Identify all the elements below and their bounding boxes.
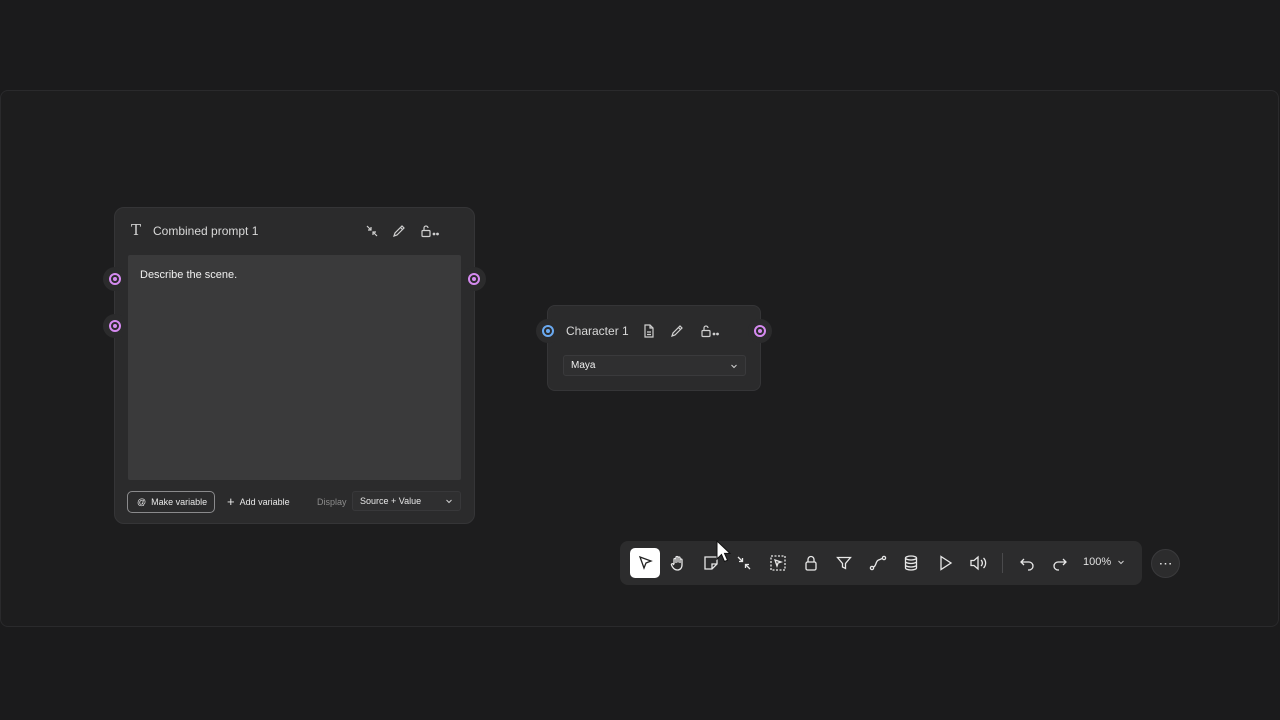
database-tool-button[interactable] <box>896 548 926 578</box>
character-select[interactable]: Maya <box>563 355 746 376</box>
input-port[interactable] <box>103 314 127 338</box>
chevron-down-icon <box>731 364 737 369</box>
document-icon[interactable] <box>641 323 657 339</box>
play-icon <box>940 555 953 571</box>
lock-tool-button[interactable] <box>796 548 826 578</box>
node-title: Combined prompt 1 <box>153 224 259 238</box>
ellipsis-icon: ⋯ <box>1158 555 1173 571</box>
chevron-down-icon <box>1118 560 1124 565</box>
undo-icon <box>1020 558 1034 571</box>
bottom-toolbar: 100% <box>620 541 1142 585</box>
input-port[interactable] <box>103 267 127 291</box>
redo-button[interactable] <box>1045 548 1075 578</box>
combined-prompt-node[interactable]: T Combined prompt 1 Describe the scene. … <box>114 207 475 524</box>
database-icon <box>904 555 918 571</box>
output-port[interactable] <box>748 319 772 343</box>
display-select[interactable]: Source + Value <box>352 491 461 511</box>
display-value: Source + Value <box>360 496 422 506</box>
output-port[interactable] <box>462 267 486 291</box>
collapse-icon[interactable] <box>364 223 380 239</box>
plus-icon: + <box>227 494 235 509</box>
hand-icon <box>670 555 683 571</box>
character-value: Maya <box>571 360 596 371</box>
more-options-button[interactable]: ⋯ <box>1151 549 1180 578</box>
volume-tool-button[interactable] <box>963 548 993 578</box>
node-header: T Combined prompt 1 <box>115 208 474 254</box>
edit-pen-icon[interactable] <box>669 323 685 339</box>
hand-tool-button[interactable] <box>663 548 693 578</box>
filter-tool-button[interactable] <box>829 548 859 578</box>
edit-pen-icon[interactable] <box>391 223 407 239</box>
connector-icon <box>869 555 887 571</box>
toolbar-divider <box>1002 553 1003 573</box>
connector-tool-button[interactable] <box>863 548 893 578</box>
make-variable-button[interactable]: @ Make variable <box>127 491 215 513</box>
select-tool-button[interactable] <box>630 548 660 578</box>
node-title: Character 1 <box>566 324 629 338</box>
unlock-more-icon[interactable] <box>699 323 721 339</box>
add-variable-button[interactable]: + Add variable <box>227 491 290 513</box>
add-variable-label: Add variable <box>239 497 290 507</box>
character-node[interactable]: Character 1 Maya <box>547 305 761 391</box>
prompt-textarea[interactable]: Describe the scene. <box>128 255 461 480</box>
pointer-icon <box>638 555 653 570</box>
lock-icon <box>805 555 817 571</box>
text-type-icon: T <box>131 221 142 239</box>
zoom-dropdown[interactable]: 100% <box>1083 556 1125 568</box>
zoom-value: 100% <box>1083 556 1112 568</box>
chevron-down-icon <box>446 499 452 504</box>
frame-select-tool-button[interactable] <box>763 548 793 578</box>
mouse-cursor-icon <box>716 540 732 563</box>
display-label: Display <box>317 497 347 507</box>
undo-button[interactable] <box>1012 548 1042 578</box>
make-variable-label: Make variable <box>151 497 208 507</box>
filter-icon <box>836 556 852 570</box>
collapse-arrows-icon <box>737 556 751 570</box>
volume-icon <box>970 555 987 571</box>
input-port[interactable] <box>536 319 560 343</box>
redo-icon <box>1053 558 1067 571</box>
at-sign-icon: @ <box>137 497 147 507</box>
unlock-more-icon[interactable] <box>419 223 441 239</box>
prompt-footer: @ Make variable + Add variable Display S… <box>127 491 462 513</box>
play-tool-button[interactable] <box>930 548 960 578</box>
frame-select-icon <box>770 555 786 571</box>
collapse-tool-button[interactable] <box>729 548 759 578</box>
